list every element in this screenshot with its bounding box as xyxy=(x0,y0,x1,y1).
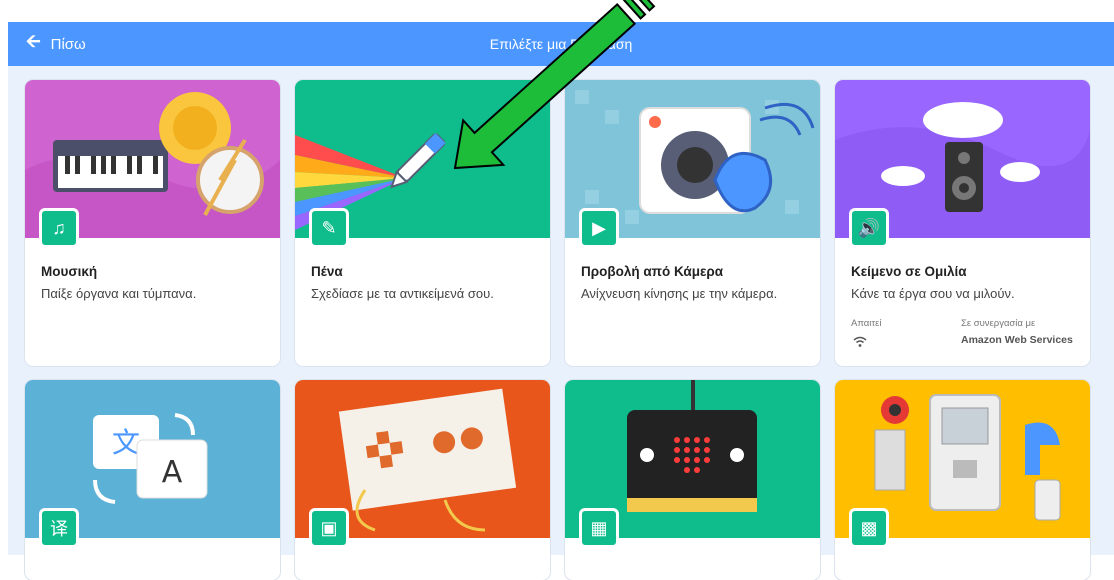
annotation-arrow-icon xyxy=(453,0,656,170)
